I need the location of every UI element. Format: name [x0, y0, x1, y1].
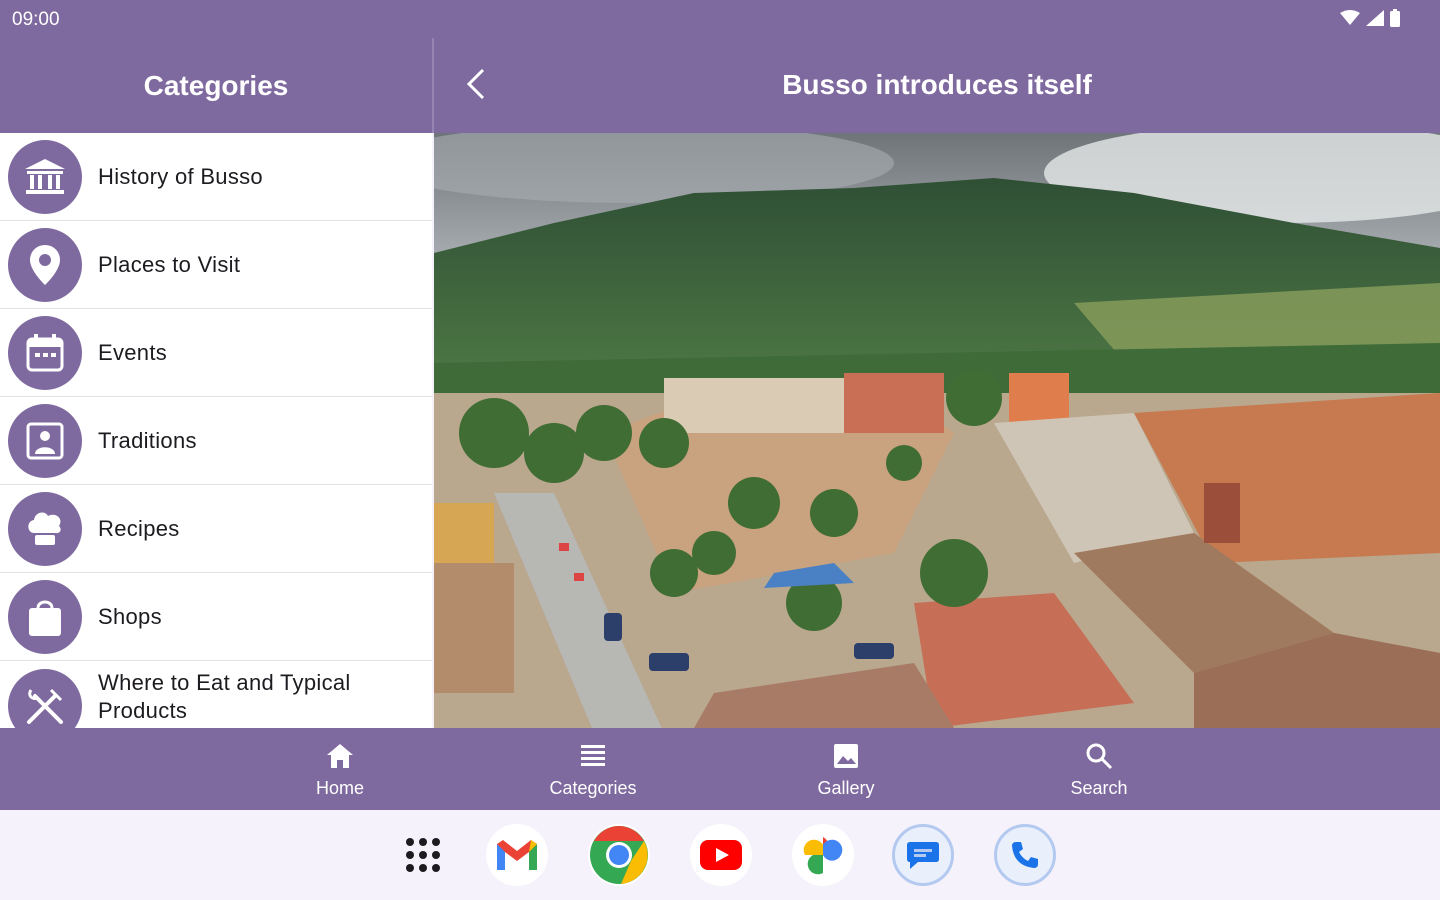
- messages-app[interactable]: [892, 824, 954, 886]
- museum-icon: [8, 139, 82, 214]
- list-icon: [581, 745, 605, 766]
- category-label: Traditions: [98, 427, 197, 453]
- category-label: History of Busso: [98, 163, 263, 189]
- youtube-app[interactable]: [690, 824, 752, 886]
- category-label: Recipes: [98, 515, 180, 541]
- nav-gallery[interactable]: Gallery: [776, 738, 916, 799]
- phone-icon: [1012, 842, 1038, 868]
- category-item-traditions[interactable]: Traditions: [0, 397, 432, 485]
- category-label: Shops: [98, 603, 162, 629]
- chrome-icon: [590, 826, 648, 884]
- nav-home[interactable]: Home: [270, 738, 410, 799]
- categories-header: Categories: [0, 38, 432, 133]
- app-drawer-button[interactable]: [392, 824, 454, 886]
- status-icons: [1340, 9, 1400, 27]
- shopping-bag-icon: [8, 579, 82, 654]
- fork-knife-icon: [8, 669, 82, 728]
- pinwheel-icon: [803, 837, 843, 875]
- town-photo: [434, 133, 1440, 728]
- categories-title: Categories: [143, 69, 289, 101]
- status-time: 09:00: [12, 9, 60, 30]
- battery-icon: [1390, 9, 1400, 27]
- detail-title: Busso introduces itself: [782, 69, 1092, 100]
- grid-dots-icon: [406, 838, 440, 872]
- chrome-app[interactable]: [588, 824, 650, 886]
- portrait-icon: [8, 403, 82, 478]
- nav-search[interactable]: Search: [1029, 738, 1169, 799]
- detail-header: Busso introduces itself: [434, 38, 1440, 133]
- youtube-icon: [700, 840, 742, 870]
- wifi-icon: [1340, 10, 1360, 25]
- gmail-app[interactable]: [486, 824, 548, 886]
- category-label: Places to Visit: [98, 251, 241, 277]
- phone-app[interactable]: [994, 824, 1056, 886]
- status-bar: 09:00: [0, 0, 1440, 38]
- category-label: Events: [98, 339, 168, 365]
- category-item-recipes[interactable]: Recipes: [0, 485, 432, 573]
- category-item-places[interactable]: Places to Visit: [0, 221, 432, 309]
- cellular-icon: [1366, 10, 1384, 26]
- nav-categories-label: Categories: [549, 778, 637, 798]
- location-pin-icon: [8, 227, 82, 302]
- nav-gallery-label: Gallery: [817, 778, 875, 798]
- category-label: Where to Eat and Typical Products: [98, 670, 351, 723]
- chef-hat-icon: [8, 491, 82, 566]
- category-item-where-to-eat[interactable]: Where to Eat and Typical Products: [0, 661, 432, 728]
- nav-categories[interactable]: Categories: [523, 738, 663, 799]
- category-item-shops[interactable]: Shops: [0, 573, 432, 661]
- system-dock: [0, 810, 1440, 900]
- gmail-icon: [497, 840, 537, 870]
- nav-search-label: Search: [1070, 778, 1128, 798]
- calendar-icon: [8, 315, 82, 390]
- nav-home-label: Home: [315, 778, 364, 798]
- category-item-history[interactable]: History of Busso: [0, 133, 432, 221]
- photos-app[interactable]: [792, 824, 854, 886]
- category-item-events[interactable]: Events: [0, 309, 432, 397]
- bottom-navigation: Home Categories Gallery Search: [0, 728, 1440, 810]
- home-icon: [327, 744, 353, 768]
- category-list[interactable]: History of Busso Places to Visit Events …: [0, 133, 432, 728]
- image-icon: [834, 744, 858, 768]
- chat-bubble-icon: [907, 842, 939, 869]
- categories-pane: Categories History of Busso Places to Vi…: [0, 38, 432, 728]
- search-icon: [1086, 743, 1113, 770]
